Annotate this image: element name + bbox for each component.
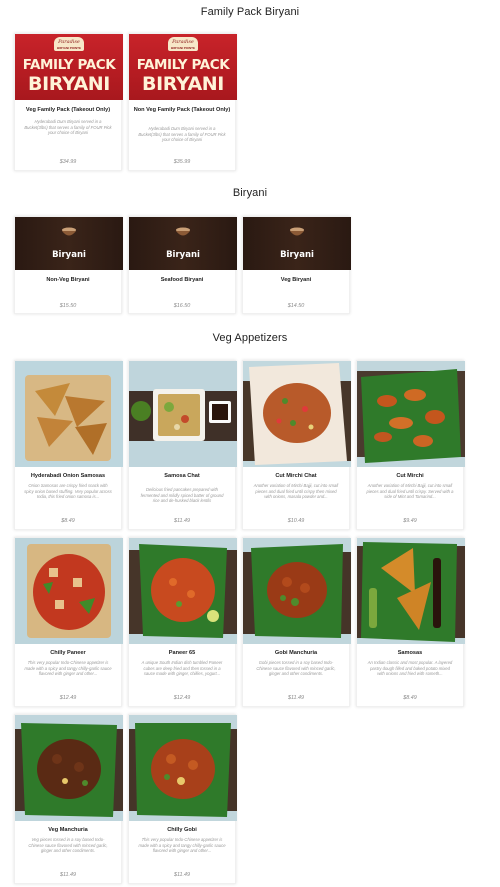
- item-name: Cut Mirchi: [396, 473, 424, 479]
- item-name: Veg Manchuria: [48, 827, 88, 833]
- menu-item-card[interactable]: Samosa Chat Delicious fried pancakes pre…: [128, 360, 237, 530]
- item-price: $10.49: [287, 518, 305, 524]
- brand-logo: Paradise BIRYANI POINTE: [168, 37, 198, 51]
- item-description: Hyderabadi Dum Biryani served in a Bucke…: [24, 119, 112, 136]
- banner-label: Biryani: [280, 250, 314, 260]
- item-description: A unique South Indian dish tumbled Panee…: [141, 660, 223, 677]
- menu-item-card[interactable]: Samosas An Indian classic and most popul…: [356, 537, 465, 707]
- menu-item-card[interactable]: Paneer 65 A unique South Indian dish tum…: [128, 537, 237, 707]
- menu-item-card[interactable]: Veg Manchuria Veg pieces tossed in a soy…: [14, 714, 123, 884]
- food-photo: [129, 715, 237, 821]
- item-price: $16.50: [173, 303, 191, 309]
- item-name: Samosa Chat: [164, 473, 200, 479]
- biryani-pot-icon: [176, 227, 190, 236]
- item-price: $8.49: [403, 695, 417, 701]
- item-name: Non-Veg Biryani: [46, 277, 90, 283]
- item-name: Chilly Paneer: [50, 650, 86, 656]
- item-price: $11.49: [173, 872, 191, 878]
- biryani-banner-image: Biryani: [243, 217, 351, 270]
- item-description: This very popular Indo-Chinese appetizer…: [138, 837, 226, 854]
- item-price: $15.50: [59, 303, 77, 309]
- menu-item-card[interactable]: Paradise BIRYANI POINTE FAMILY PACK BIRY…: [128, 33, 237, 171]
- item-name: Gobi Manchuria: [274, 650, 318, 656]
- item-price: $11.49: [173, 518, 191, 524]
- biryani-banner-image: Biryani: [129, 217, 237, 270]
- menu-item-card[interactable]: Cut Mirchi Another variation of Mirchi B…: [356, 360, 465, 530]
- food-photo: [15, 361, 123, 467]
- banner-heading: BIRYANI: [142, 73, 224, 95]
- family-pack-banner-image: Paradise BIRYANI POINTE FAMILY PACK BIRY…: [15, 34, 123, 100]
- family-pack-banner-image: Paradise BIRYANI POINTE FAMILY PACK BIRY…: [129, 34, 237, 100]
- banner-heading: FAMILY PACK: [136, 57, 230, 73]
- item-name: Hyderabadi Onion Samosas: [30, 473, 106, 479]
- item-name: Non Veg Family Pack (Takeout Only): [133, 107, 231, 113]
- food-photo: [243, 538, 351, 644]
- item-name: Samosas: [397, 650, 423, 656]
- item-description: This very popular Indo-Chinese appetizer…: [24, 660, 112, 677]
- food-photo: [129, 538, 237, 644]
- item-name: Veg Biryani: [280, 277, 312, 283]
- menu-item-card[interactable]: Biryani Non-Veg Biryani $15.50: [14, 216, 123, 314]
- menu-item-card[interactable]: Hyderabadi Onion Samosas Onion Samosas a…: [14, 360, 123, 530]
- item-price: $8.49: [61, 518, 75, 524]
- item-price: $12.49: [59, 695, 77, 701]
- item-price: $14.50: [287, 303, 305, 309]
- menu-item-card[interactable]: Gobi Manchuria Gobi pieces tossed in a s…: [242, 537, 351, 707]
- item-description: Gobi pieces tossed in a soy based Indo-C…: [256, 660, 336, 677]
- banner-label: Biryani: [166, 250, 200, 260]
- section-title-biryani: Biryani: [232, 187, 268, 199]
- menu-item-card[interactable]: Paradise BIRYANI POINTE FAMILY PACK BIRY…: [14, 33, 123, 171]
- food-photo: [357, 538, 465, 644]
- item-price: $35.99: [173, 159, 191, 165]
- item-description: Another variation of Mirchi Bajji, cut i…: [253, 483, 339, 500]
- item-description: Veg pieces tossed in a soy based Indo-Ch…: [28, 837, 108, 854]
- food-photo: [15, 538, 123, 644]
- item-price: $11.49: [287, 695, 305, 701]
- brand-logo: Paradise BIRYANI POINTE: [54, 37, 84, 51]
- menu-item-card[interactable]: Chilly Paneer This very popular Indo-Chi…: [14, 537, 123, 707]
- banner-label: Biryani: [52, 250, 86, 260]
- menu-item-card[interactable]: Biryani Seafood Biryani $16.50: [128, 216, 237, 314]
- banner-heading: BIRYANI: [28, 73, 110, 95]
- food-photo: [357, 361, 465, 467]
- item-name: Chilly Gobi: [167, 827, 197, 833]
- biryani-pot-icon: [290, 227, 304, 236]
- section-title-veg-appetizers: Veg Appetizers: [212, 332, 288, 344]
- food-photo: [129, 361, 237, 467]
- item-description: Another variation of Mirchi Bajji, cut i…: [366, 483, 454, 500]
- item-description: An Indian classic and most popular. A la…: [367, 660, 453, 677]
- banner-heading: FAMILY PACK: [22, 57, 116, 73]
- item-name: Seafood Biryani: [160, 277, 204, 283]
- item-name: Veg Family Pack (Takeout Only): [25, 107, 111, 113]
- menu-item-card[interactable]: Biryani Veg Biryani $14.50: [242, 216, 351, 314]
- item-description: Onion Samosas are crispy fried snack wit…: [24, 483, 112, 500]
- menu-item-card[interactable]: Cut Mirchi Chat Another variation of Mir…: [242, 360, 351, 530]
- section-title-family: Family Pack Biryani: [200, 6, 300, 18]
- food-photo: [243, 361, 351, 467]
- item-description: Delicious fried pancakes prepared with f…: [140, 487, 224, 504]
- item-price: $12.49: [173, 695, 191, 701]
- biryani-banner-image: Biryani: [15, 217, 123, 270]
- item-price: $11.49: [59, 872, 77, 878]
- item-price: $9.49: [403, 518, 417, 524]
- menu-item-card[interactable]: Chilly Gobi This very popular Indo-Chine…: [128, 714, 237, 884]
- item-price: $34.99: [59, 159, 77, 165]
- biryani-pot-icon: [62, 227, 76, 236]
- item-name: Paneer 65: [168, 650, 196, 656]
- food-photo: [15, 715, 123, 821]
- item-name: Cut Mirchi Chat: [275, 473, 317, 479]
- item-description: Hyderabadi Dum Biryani served in a Bucke…: [138, 126, 226, 143]
